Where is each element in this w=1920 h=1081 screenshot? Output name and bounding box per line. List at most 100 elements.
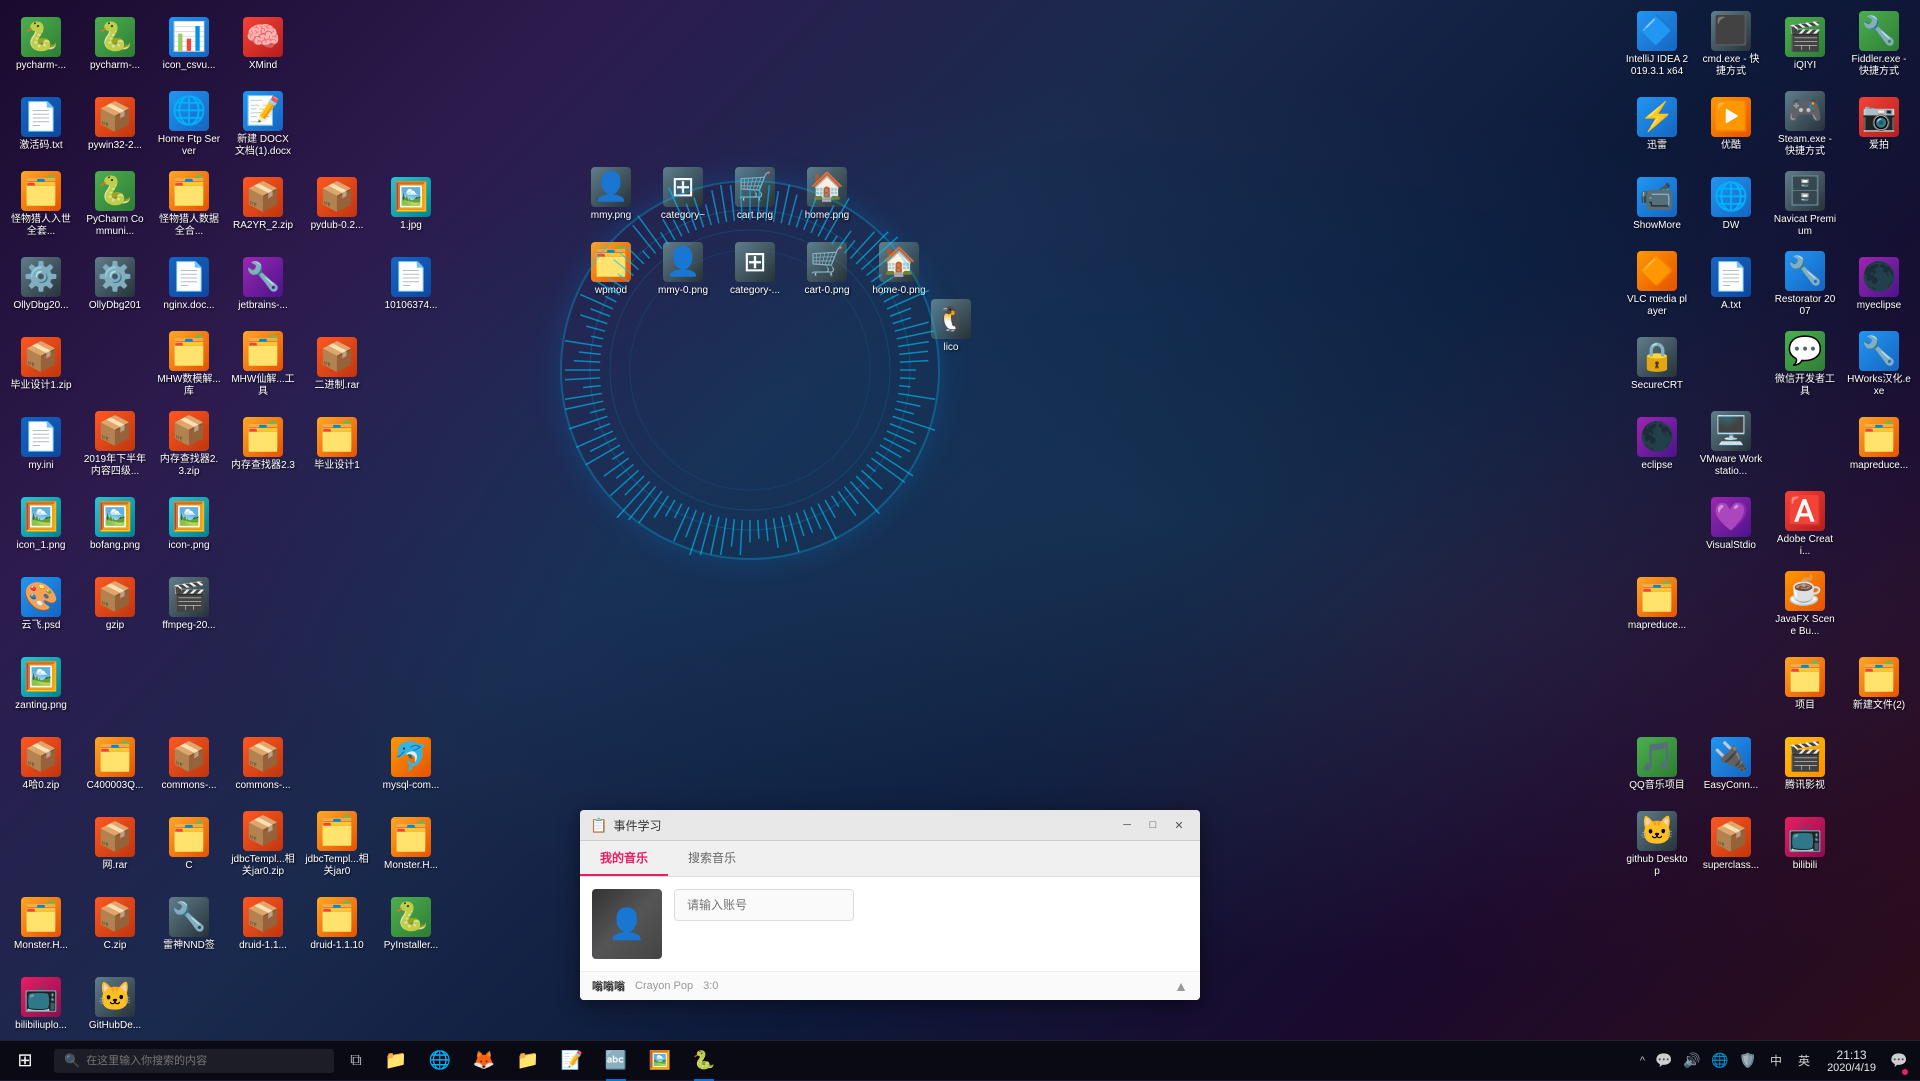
left-icon-blank2[interactable] xyxy=(375,5,447,83)
right-icon-blank_r7[interactable] xyxy=(1843,565,1915,643)
right-icon-blank_r2[interactable] xyxy=(1695,325,1767,403)
taskbar-clock[interactable]: 21:13 2020/4/19 xyxy=(1819,1048,1884,1074)
left-icon-MHW数模1[interactable]: 🗂️ MHW数模解...库 xyxy=(153,325,225,403)
right-icon-迅雷[interactable]: ⚡ 迅雷 xyxy=(1621,85,1693,163)
left-icon-OllyDbg201[interactable]: ⚙️ OllyDbg201 xyxy=(79,245,151,323)
left-icon-pydub[interactable]: 📦 pydub-0.2... xyxy=(301,165,373,243)
login-input[interactable] xyxy=(674,889,854,921)
left-icon-OllyDbg20[interactable]: ⚙️ OllyDbg20... xyxy=(5,245,77,323)
right-icon-微信开发者[interactable]: 💬 微信开发者工具 xyxy=(1769,325,1841,403)
left-icon-bofang[interactable]: 🖼️ bofang.png xyxy=(79,485,151,563)
left-icon-blank15[interactable] xyxy=(79,645,151,723)
start-button[interactable]: ⊞ xyxy=(0,1041,50,1081)
left-icon-xmind[interactable]: 🧠 XMind xyxy=(227,5,299,83)
left-icon-blank24[interactable] xyxy=(301,965,373,1040)
left-icon-commons1[interactable]: 📦 commons-... xyxy=(153,725,225,803)
right-icon-navicat[interactable]: 🗄️ Navicat Premium xyxy=(1769,165,1841,243)
left-icon-二进制1[interactable]: 📦 二进制.rar xyxy=(301,325,373,403)
taskbar-app-firefox[interactable]: 🦊 xyxy=(462,1041,506,1081)
right-icon-eclipse[interactable]: 🌑 eclipse xyxy=(1621,405,1693,483)
right-icon-showmore[interactable]: 📹 ShowMore xyxy=(1621,165,1693,243)
right-icon-steam[interactable]: 🎮 Steam.exe - 快捷方式 xyxy=(1769,85,1841,163)
left-icon-blank8[interactable] xyxy=(375,405,447,483)
tray-network-icon[interactable]: 🌐 xyxy=(1707,1041,1733,1081)
left-icon-c_zip[interactable]: 📦 C.zip xyxy=(79,885,151,963)
right-icon-HWorks[interactable]: 🔧 HWorks汉化.exe xyxy=(1843,325,1915,403)
taskbar-app-explorer[interactable]: 📁 xyxy=(374,1041,418,1081)
taskbar-app-python[interactable]: 🐍 xyxy=(682,1041,726,1081)
left-icon-4000zip[interactable]: 📦 4哈0.zip xyxy=(5,725,77,803)
right-icon-DW[interactable]: 🌐 DW xyxy=(1695,165,1767,243)
left-icon-RA2YR[interactable]: 📦 RA2YR_2.zip xyxy=(227,165,299,243)
left-icon-github[interactable]: 🐱 GitHubDe... xyxy=(79,965,151,1040)
left-icon-pycharm3[interactable]: 🐍 PyCharm Communi... xyxy=(79,165,151,243)
taskbar-app-wps[interactable]: 🔤 xyxy=(594,1041,638,1081)
tray-expand-button[interactable]: ^ xyxy=(1636,1055,1649,1067)
left-icon-MonsterH2[interactable]: 🗂️ Monster.H... xyxy=(5,885,77,963)
left-icon-psd[interactable]: 🎨 云飞.psd xyxy=(5,565,77,643)
right-icon-新建文件[interactable]: 🗂️ 新建文件(2) xyxy=(1843,645,1915,723)
left-icon-icon_1png[interactable]: 🖼️ icon_1.png xyxy=(5,485,77,563)
right-icon-QQ音乐[interactable]: 🎵 QQ音乐项目 xyxy=(1621,725,1693,803)
left-icon-blank13[interactable] xyxy=(301,565,373,643)
left-icon-blank3[interactable] xyxy=(301,85,373,163)
right-icon-blank_r10[interactable] xyxy=(1843,725,1915,803)
right-icon-blank_r3[interactable] xyxy=(1769,405,1841,483)
task-view-button[interactable]: ⧉ xyxy=(338,1041,374,1081)
tray-input-cn[interactable]: 中 xyxy=(1763,1041,1789,1081)
left-icon-内存查找2[interactable]: 🗂️ 内存查找器2.3 xyxy=(227,405,299,483)
left-icon-blank18[interactable] xyxy=(301,645,373,723)
left-icon-blank11[interactable] xyxy=(375,485,447,563)
left-icon-毕业设计2[interactable]: 🗂️ 毕业设计1 xyxy=(301,405,373,483)
left-icon-怪物猎人1[interactable]: 🗂️ 怪物猎人入世全套... xyxy=(5,165,77,243)
right-icon-优酷[interactable]: ▶️ 优酷 xyxy=(1695,85,1767,163)
left-icon-MonsterH1[interactable]: 🗂️ Monster.H... xyxy=(375,805,447,883)
taskbar-app-edge[interactable]: 🌐 xyxy=(418,1041,462,1081)
taskbar-search-input[interactable] xyxy=(86,1055,306,1067)
right-icon-blank_r1[interactable] xyxy=(1843,165,1915,243)
maximize-button[interactable]: □ xyxy=(1142,816,1164,834)
right-icon-vlc[interactable]: 🔶 VLC media player xyxy=(1621,245,1693,323)
right-icon-blank_r5[interactable] xyxy=(1843,485,1915,563)
left-icon-pycharm2[interactable]: 🐍 pycharm-... xyxy=(79,5,151,83)
right-icon-github2[interactable]: 🐱 github Desktop xyxy=(1621,805,1693,883)
right-icon-a_txt[interactable]: 📄 A.txt xyxy=(1695,245,1767,323)
left-icon-c_folder[interactable]: 🗂️ C xyxy=(153,805,225,883)
left-icon-blank5[interactable] xyxy=(301,245,373,323)
left-icon-pywin32[interactable]: 📦 pywin32-2... xyxy=(79,85,151,163)
right-icon-blank_r8[interactable] xyxy=(1621,645,1693,723)
left-icon-zanting[interactable]: 🖼️ zanting.png xyxy=(5,645,77,723)
left-icon-blank10[interactable] xyxy=(301,485,373,563)
left-icon-blank17[interactable] xyxy=(227,645,299,723)
left-icon-icon_png[interactable]: 🖼️ icon-.png xyxy=(153,485,225,563)
left-icon-blank12[interactable] xyxy=(227,565,299,643)
left-icon-jdbcTempl2[interactable]: 🗂️ jdbcTempl...相关jar0 xyxy=(301,805,373,883)
left-icon-blank7[interactable] xyxy=(375,325,447,403)
left-icon-nginx_doc[interactable]: 📄 nginx.doc... xyxy=(153,245,225,323)
left-icon-C400003Q[interactable]: 🗂️ C400003Q... xyxy=(79,725,151,803)
left-icon-icon_csv[interactable]: 📊 icon_csvu... xyxy=(153,5,225,83)
left-icon-blank25[interactable] xyxy=(375,965,447,1040)
left-icon-blank22[interactable] xyxy=(153,965,225,1040)
left-icon-pycharm1[interactable]: 🐍 pycharm-... xyxy=(5,5,77,83)
right-icon-bilibili2[interactable]: 📺 bilibili xyxy=(1769,805,1841,883)
tray-input-en[interactable]: 英 xyxy=(1791,1041,1817,1081)
left-icon-1jpg[interactable]: 🖼️ 1.jpg xyxy=(375,165,447,243)
left-icon-blank9[interactable] xyxy=(227,485,299,563)
left-icon-ffmpeg[interactable]: 🎬 ffmpeg-20... xyxy=(153,565,225,643)
left-icon-新建docx[interactable]: 📝 新建 DOCX 文档(1).docx xyxy=(227,85,299,163)
left-icon-毕业设计1[interactable]: 📦 毕业设计1.zip xyxy=(5,325,77,403)
right-icon-fiddler[interactable]: 🔧 Fiddler.exe - 快捷方式 xyxy=(1843,5,1915,83)
left-icon-druid1[interactable]: 📦 druid-1.1... xyxy=(227,885,299,963)
left-icon-blank16[interactable] xyxy=(153,645,225,723)
right-icon-JavaFX[interactable]: ☕ JavaFX Scene Bu... xyxy=(1769,565,1841,643)
right-icon-VisualStdio[interactable]: 💜 VisualStdio xyxy=(1695,485,1767,563)
right-icon-mapreduce2[interactable]: 🗂️ mapreduce... xyxy=(1621,565,1693,643)
left-icon-home_ftp[interactable]: 🌐 Home Ftp Server xyxy=(153,85,225,163)
left-icon-mysql[interactable]: 🐬 mysql-com... xyxy=(375,725,447,803)
left-icon-blank1[interactable] xyxy=(301,5,373,83)
right-icon-secureCRT[interactable]: 🔒 SecureCRT xyxy=(1621,325,1693,403)
right-icon-intellij[interactable]: 🔷 IntelliJ IDEA 2019.3.1 x64 xyxy=(1621,5,1693,83)
right-icon-爱拍[interactable]: 📷 爱拍 xyxy=(1843,85,1915,163)
right-icon-cmd[interactable]: ⬛ cmd.exe - 快捷方式 xyxy=(1695,5,1767,83)
